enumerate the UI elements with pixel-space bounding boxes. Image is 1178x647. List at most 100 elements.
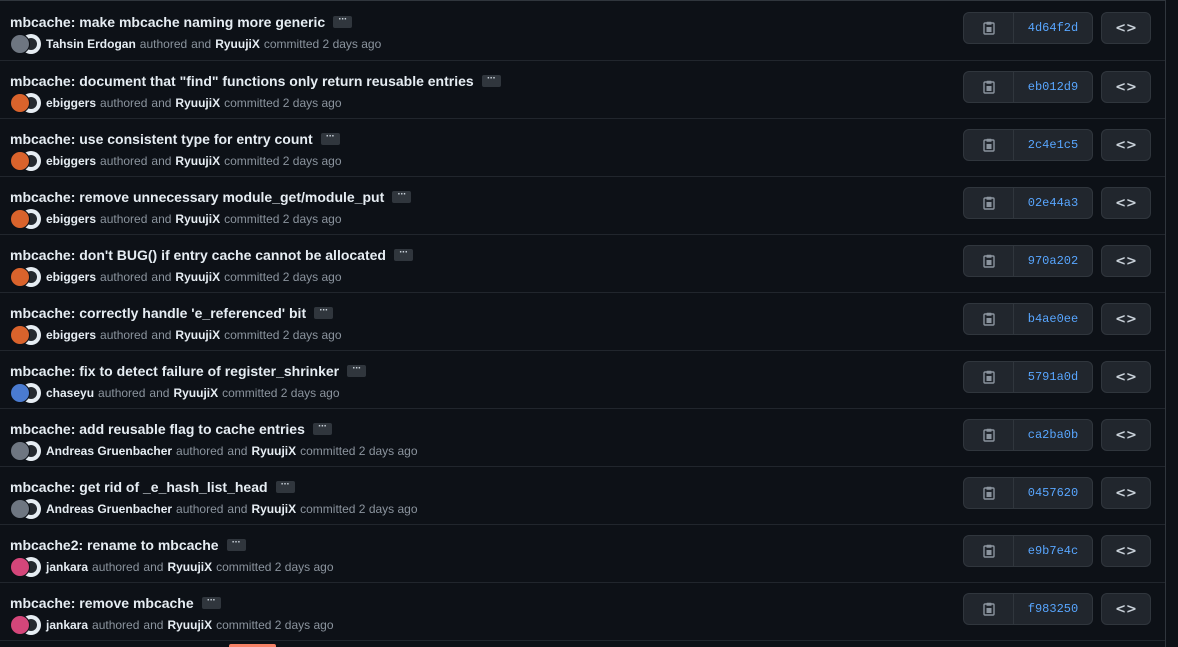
expand-message-button[interactable]: ···	[392, 190, 412, 203]
committer-name[interactable]: RyuujiX	[173, 386, 218, 400]
commit-list: mbcache: make mbcache naming more generi…	[0, 0, 1166, 647]
author-name[interactable]: ebiggers	[46, 328, 96, 342]
browse-repo-button[interactable]: <>	[1101, 535, 1151, 567]
committer-name[interactable]: RyuujiX	[251, 444, 296, 458]
committer-name[interactable]: RyuujiX	[175, 328, 220, 342]
copy-sha-button[interactable]	[964, 246, 1014, 276]
clipboard-icon	[982, 370, 995, 384]
commit-sha-link[interactable]: eb012d9	[1014, 72, 1092, 102]
commit-row: mbcache: document that "find" functions …	[0, 61, 1165, 119]
committer-name[interactable]: RyuujiX	[215, 37, 260, 51]
commit-title[interactable]: mbcache: document that "find" functions …	[10, 73, 474, 89]
copy-sha-button[interactable]	[964, 72, 1014, 102]
commit-title[interactable]: mbcache2: rename to mbcache	[10, 537, 219, 553]
author-avatar[interactable]	[10, 615, 30, 635]
author-name[interactable]: Andreas Gruenbacher	[46, 444, 172, 458]
author-name[interactable]: chaseyu	[46, 386, 94, 400]
commit-title[interactable]: mbcache: remove mbcache	[10, 595, 194, 611]
commit-title[interactable]: mbcache: fix to detect failure of regist…	[10, 363, 339, 379]
author-avatar[interactable]	[10, 325, 30, 345]
browse-repo-button[interactable]: <>	[1101, 303, 1151, 335]
copy-sha-button[interactable]	[964, 420, 1014, 450]
committer-name[interactable]: RyuujiX	[175, 154, 220, 168]
commit-title-line: mbcache: remove unnecessary module_get/m…	[10, 188, 412, 206]
and-text: and	[143, 560, 164, 574]
expand-message-button[interactable]: ···	[333, 15, 353, 28]
expand-message-button[interactable]: ···	[314, 306, 334, 319]
author-avatar[interactable]	[10, 499, 30, 519]
copy-sha-button[interactable]	[964, 130, 1014, 160]
copy-sha-button[interactable]	[964, 478, 1014, 508]
expand-message-button[interactable]: ···	[347, 364, 367, 377]
author-name[interactable]: ebiggers	[46, 212, 96, 226]
expand-message-button[interactable]: ···	[312, 422, 332, 435]
browse-repo-button[interactable]: <>	[1101, 129, 1151, 161]
commit-title[interactable]: mbcache: get rid of _e_hash_list_head	[10, 479, 268, 495]
author-avatar[interactable]	[10, 441, 30, 461]
commit-meta: chaseyu authored and RyuujiX committed 2…	[10, 383, 344, 403]
sha-button-group: e9b7e4c	[963, 535, 1093, 567]
browse-repo-button[interactable]: <>	[1101, 71, 1151, 103]
author-avatar[interactable]	[10, 557, 30, 577]
committer-name[interactable]: RyuujiX	[175, 96, 220, 110]
copy-sha-button[interactable]	[964, 536, 1014, 566]
commit-title-line: mbcache: document that "find" functions …	[10, 72, 501, 90]
expand-message-button[interactable]: ···	[275, 480, 295, 493]
commit-sha-link[interactable]: ca2ba0b	[1014, 420, 1092, 450]
committer-name[interactable]: RyuujiX	[251, 502, 296, 516]
commit-sha-link[interactable]: 4d64f2d	[1014, 13, 1092, 43]
author-avatar[interactable]	[10, 267, 30, 287]
commit-sha-link[interactable]: 5791a0d	[1014, 362, 1092, 392]
committer-name[interactable]: RyuujiX	[175, 270, 220, 284]
author-name[interactable]: Tahsin Erdogan	[46, 37, 136, 51]
copy-sha-button[interactable]	[964, 304, 1014, 334]
copy-sha-button[interactable]	[964, 362, 1014, 392]
expand-message-button[interactable]: ···	[201, 596, 221, 609]
commit-title[interactable]: mbcache: remove unnecessary module_get/m…	[10, 189, 384, 205]
author-name[interactable]: ebiggers	[46, 270, 96, 284]
browse-repo-button[interactable]: <>	[1101, 419, 1151, 451]
commit-title[interactable]: mbcache: make mbcache naming more generi…	[10, 14, 325, 30]
commit-sha-link[interactable]: e9b7e4c	[1014, 536, 1092, 566]
browse-repo-button[interactable]: <>	[1101, 12, 1151, 44]
author-name[interactable]: ebiggers	[46, 96, 96, 110]
author-avatar[interactable]	[10, 151, 30, 171]
commit-sha-link[interactable]: 0457620	[1014, 478, 1092, 508]
commit-sha-link[interactable]: b4ae0ee	[1014, 304, 1092, 334]
avatar-stack	[10, 499, 42, 519]
commit-title[interactable]: mbcache: don't BUG() if entry cache cann…	[10, 247, 386, 263]
author-avatar[interactable]	[10, 93, 30, 113]
commit-title[interactable]: mbcache: correctly handle 'e_referenced'…	[10, 305, 306, 321]
commit-sha-link[interactable]: 2c4e1c5	[1014, 130, 1092, 160]
author-name[interactable]: ebiggers	[46, 154, 96, 168]
author-avatar[interactable]	[10, 209, 30, 229]
expand-message-button[interactable]: ···	[481, 74, 501, 87]
avatar-stack	[10, 615, 42, 635]
sha-button-group: 02e44a3	[963, 187, 1093, 219]
commit-title[interactable]: mbcache: add reusable flag to cache entr…	[10, 421, 305, 437]
author-name[interactable]: jankara	[46, 560, 88, 574]
browse-repo-button[interactable]: <>	[1101, 477, 1151, 509]
expand-message-button[interactable]: ···	[226, 538, 246, 551]
author-name[interactable]: jankara	[46, 618, 88, 632]
browse-repo-button[interactable]: <>	[1101, 187, 1151, 219]
expand-message-button[interactable]: ···	[320, 132, 340, 145]
author-avatar[interactable]	[10, 383, 30, 403]
copy-sha-button[interactable]	[964, 13, 1014, 43]
browse-repo-button[interactable]: <>	[1101, 593, 1151, 625]
committer-name[interactable]: RyuujiX	[175, 212, 220, 226]
browse-repo-button[interactable]: <>	[1101, 361, 1151, 393]
commit-sha-link[interactable]: 970a202	[1014, 246, 1092, 276]
copy-sha-button[interactable]	[964, 188, 1014, 218]
copy-sha-button[interactable]	[964, 594, 1014, 624]
committer-name[interactable]: RyuujiX	[167, 560, 212, 574]
committer-name[interactable]: RyuujiX	[167, 618, 212, 632]
commit-sha-link[interactable]: 02e44a3	[1014, 188, 1092, 218]
commit-title[interactable]: mbcache: use consistent type for entry c…	[10, 131, 313, 147]
author-name[interactable]: Andreas Gruenbacher	[46, 502, 172, 516]
browse-repo-button[interactable]: <>	[1101, 245, 1151, 277]
expand-message-button[interactable]: ···	[393, 248, 413, 261]
commit-title-line: mbcache: remove mbcache ···	[10, 594, 221, 612]
author-avatar[interactable]	[10, 34, 30, 54]
commit-sha-link[interactable]: f983250	[1014, 594, 1092, 624]
